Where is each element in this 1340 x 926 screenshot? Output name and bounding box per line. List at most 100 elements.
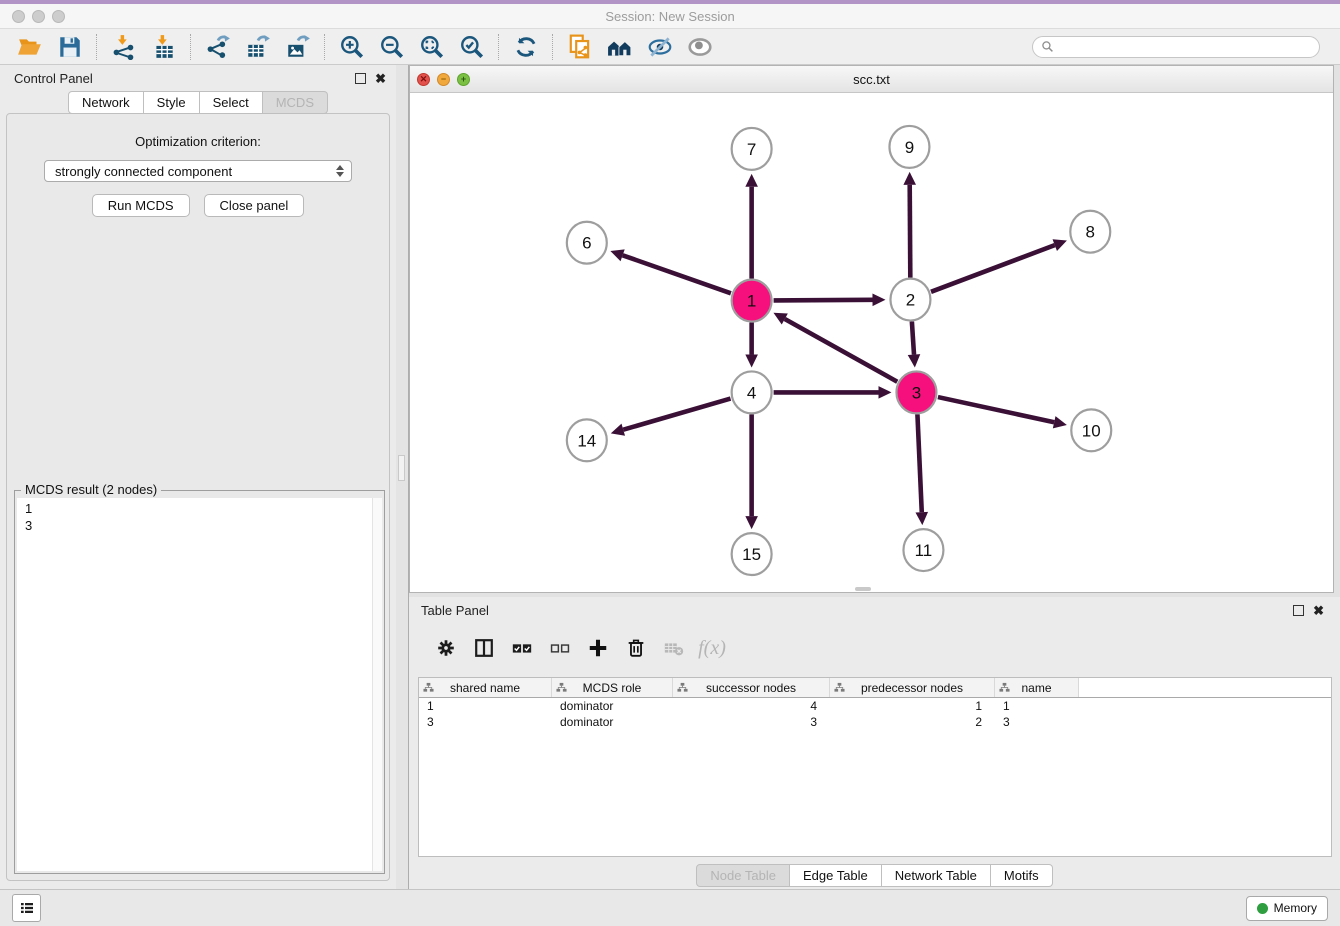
search-icon (1041, 40, 1054, 53)
float-panel-icon[interactable] (355, 73, 366, 84)
toolbar-separator (190, 34, 192, 60)
node-label-6: 6 (582, 234, 591, 253)
cell-MCDS-role[interactable]: dominator (552, 715, 673, 729)
column-header-predecessor-nodes[interactable]: predecessor nodes (830, 678, 995, 697)
cell-name[interactable]: 1 (995, 699, 1079, 713)
window-title: Session: New Session (0, 9, 1340, 24)
result-scrollbar[interactable] (372, 498, 382, 871)
splitter-grip[interactable] (398, 455, 405, 481)
checked-boxes-icon (511, 637, 533, 659)
column-header-MCDS-role[interactable]: MCDS role (552, 678, 673, 697)
tab-motifs[interactable]: Motifs (991, 864, 1053, 887)
add-row-button[interactable] (579, 631, 617, 665)
columns-icon (473, 637, 495, 659)
mcds-result-text[interactable]: 1 3 (17, 498, 372, 871)
node-label-1: 1 (747, 292, 756, 311)
homes-icon (607, 34, 633, 60)
close-table-panel-icon[interactable]: ✖ (1313, 604, 1324, 617)
cell-shared-name[interactable]: 3 (419, 715, 552, 729)
network-canvas[interactable]: 1234678910111415 (410, 93, 1333, 592)
float-table-panel-icon[interactable] (1293, 605, 1304, 616)
tab-node-table[interactable]: Node Table (696, 864, 790, 887)
main-area: Control Panel ✖ NetworkStyleSelectMCDS O… (0, 65, 1340, 889)
export-image-button[interactable] (278, 32, 318, 62)
tab-select[interactable]: Select (200, 91, 263, 114)
import-network-button[interactable] (104, 32, 144, 62)
function-builder-button: f(x) (693, 631, 731, 665)
network-graph[interactable]: 1234678910111415 (410, 93, 1333, 592)
edge-1-6[interactable] (623, 255, 731, 293)
column-header-shared-name[interactable]: shared name (419, 678, 552, 697)
optimization-criterion-label: Optimization criterion: (7, 134, 389, 149)
panel-splitter[interactable] (396, 65, 409, 889)
node-table[interactable]: shared nameMCDS rolesuccessor nodesprede… (418, 677, 1332, 857)
table-header-row: shared nameMCDS rolesuccessor nodesprede… (419, 678, 1331, 698)
dropdown-stepper-icon (336, 165, 344, 177)
edge-2-8[interactable] (931, 245, 1055, 292)
hide-eye-button[interactable] (640, 32, 680, 62)
import-table-button[interactable] (144, 32, 184, 62)
node-label-15: 15 (742, 545, 761, 564)
eye-button[interactable] (680, 32, 720, 62)
cell-predecessor-nodes[interactable]: 1 (830, 699, 995, 713)
save-button[interactable] (50, 32, 90, 62)
optimization-criterion-select[interactable]: strongly connected component (44, 160, 352, 182)
close-panel-icon[interactable]: ✖ (375, 72, 386, 85)
zoom-in-button[interactable] (332, 32, 372, 62)
cell-MCDS-role[interactable]: dominator (552, 699, 673, 713)
zoom-fit-button[interactable] (412, 32, 452, 62)
column-header-successor-nodes[interactable]: successor nodes (673, 678, 830, 697)
cell-shared-name[interactable]: 1 (419, 699, 552, 713)
homes-button[interactable] (600, 32, 640, 62)
tab-network-table[interactable]: Network Table (882, 864, 991, 887)
search-input[interactable] (1059, 39, 1311, 55)
tab-network[interactable]: Network (68, 91, 144, 114)
mcds-result-title: MCDS result (2 nodes) (21, 482, 161, 497)
cell-successor-nodes[interactable]: 3 (673, 715, 830, 729)
edge-2-9[interactable] (910, 185, 911, 278)
memory-button[interactable]: Memory (1246, 896, 1328, 921)
column-header-name[interactable]: name (995, 678, 1079, 697)
table-settings-button[interactable] (427, 631, 465, 665)
cell-successor-nodes[interactable]: 4 (673, 699, 830, 713)
cell-predecessor-nodes[interactable]: 2 (830, 715, 995, 729)
select-all-button[interactable] (503, 631, 541, 665)
edge-1-2[interactable] (774, 300, 873, 301)
tab-mcds[interactable]: MCDS (263, 91, 328, 114)
control-panel-tabs: NetworkStyleSelectMCDS (0, 91, 396, 114)
table-row[interactable]: 3dominator323 (419, 714, 1331, 730)
tab-style[interactable]: Style (144, 91, 200, 114)
edge-3-1[interactable] (785, 319, 897, 382)
edge-arrowhead (745, 516, 758, 529)
edge-2-3[interactable] (912, 321, 914, 354)
status-bar: Memory (0, 889, 1340, 926)
cell-name[interactable]: 3 (995, 715, 1079, 729)
run-mcds-button[interactable]: Run MCDS (92, 194, 190, 217)
duplicate-network-button[interactable] (560, 32, 600, 62)
export-table-button[interactable] (238, 32, 278, 62)
edge-3-11[interactable] (917, 414, 921, 512)
table-panel: Table Panel ✖ (409, 597, 1340, 889)
edge-4-14[interactable] (623, 399, 730, 430)
selected-criterion: strongly connected component (55, 164, 336, 179)
open-file-button[interactable] (10, 32, 50, 62)
deselect-all-button[interactable] (541, 631, 579, 665)
export-network-button[interactable] (198, 32, 238, 62)
edge-3-10[interactable] (938, 397, 1054, 422)
task-history-button[interactable] (12, 894, 41, 922)
node-label-3: 3 (912, 383, 921, 402)
main-toolbar (0, 29, 1340, 65)
tab-edge-table[interactable]: Edge Table (790, 864, 882, 887)
delete-row-button[interactable] (617, 631, 655, 665)
show-columns-button[interactable] (465, 631, 503, 665)
close-panel-button[interactable]: Close panel (204, 194, 305, 217)
table-row[interactable]: 1dominator411 (419, 698, 1331, 714)
toolbar-separator (552, 34, 554, 60)
zoom-selected-button[interactable] (452, 32, 492, 62)
gear-icon (435, 637, 457, 659)
network-window-title: scc.txt (410, 72, 1333, 87)
canvas-scrollbar[interactable] (855, 587, 871, 591)
refresh-button[interactable] (506, 32, 546, 62)
node-label-4: 4 (747, 383, 756, 402)
zoom-out-button[interactable] (372, 32, 412, 62)
